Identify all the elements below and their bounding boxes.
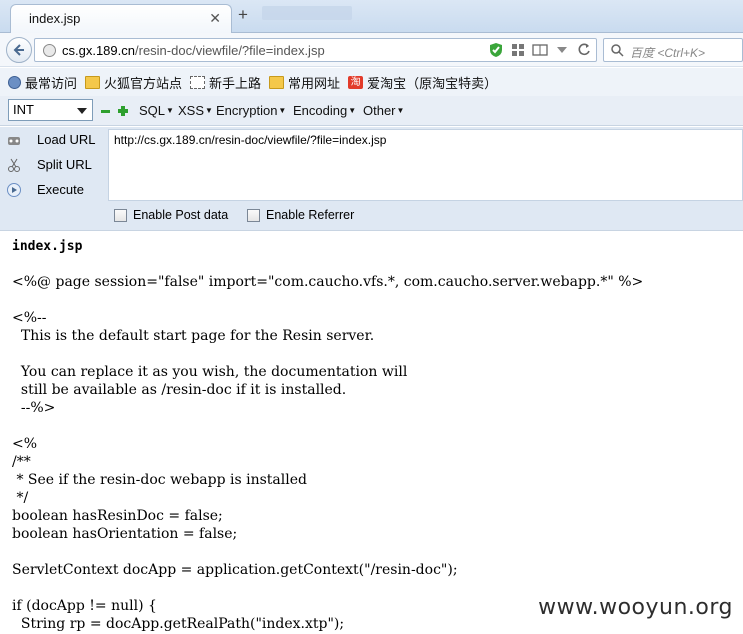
back-button[interactable] (6, 37, 32, 63)
taobao-icon: 淘 (348, 75, 364, 89)
url-text[interactable]: cs.gx.189.cn/resin-doc/viewfile/?file=in… (62, 43, 325, 58)
close-tab-icon[interactable]: ✕ (209, 10, 221, 27)
increase-icon[interactable] (118, 106, 128, 116)
url-host: cs.gx.189.cn (62, 43, 135, 58)
shield-check-icon[interactable] (488, 42, 504, 58)
watermark: www.wooyun.org (538, 595, 733, 620)
scissors-icon (8, 158, 20, 172)
bookmark-label: 最常访问 (25, 75, 78, 91)
tab-title: index.jsp (29, 11, 81, 26)
split-url-label: Split URL (37, 157, 92, 172)
menu-label: Encoding (293, 103, 348, 118)
folder-icon (269, 75, 285, 89)
enable-post-checkbox[interactable]: Enable Post data (114, 208, 228, 222)
menu-encryption[interactable]: Encryption▼ (216, 103, 286, 118)
menu-encoding[interactable]: Encoding▼ (293, 103, 356, 118)
url-bar-icons (488, 42, 592, 58)
caret-icon: ▼ (205, 106, 213, 115)
menu-label: Other (363, 103, 396, 118)
bookmark-getting-started[interactable]: 新手上路 (190, 73, 261, 92)
caret-icon: ▼ (348, 106, 357, 115)
enable-post-label: Enable Post data (133, 208, 229, 222)
back-arrow-icon (13, 44, 24, 56)
url-path: /resin-doc/viewfile/?file=index.jsp (135, 43, 325, 58)
checkbox-box (114, 208, 127, 222)
menu-label: XSS (178, 103, 205, 118)
hackbar-panel: Load URL Split URL Execute http://cs.gx.… (0, 127, 743, 230)
chevron-down-icon (77, 108, 87, 114)
bookmark-firefox-site[interactable]: 火狐官方站点 (85, 73, 182, 92)
menu-label: SQL (139, 103, 166, 118)
checkbox-box (247, 208, 260, 222)
menu-label: Encryption (216, 103, 278, 118)
search-bar[interactable]: 百度 <Ctrl+K> (603, 38, 743, 62)
gear-icon (8, 75, 21, 89)
load-url-button[interactable]: Load URL (6, 129, 96, 151)
bookmarks-toolbar: 最常访问 火狐官方站点 新手上路 常用网址 淘 爱淘宝（原淘宝特卖） (0, 68, 743, 96)
split-url-button[interactable]: Split URL (6, 154, 92, 176)
folder-icon (85, 75, 101, 89)
caret-icon: ▼ (278, 106, 287, 115)
type-select[interactable]: INT (8, 99, 93, 121)
execute-label: Execute (37, 182, 84, 197)
enable-referrer-label: Enable Referrer (266, 208, 355, 222)
execute-button[interactable]: Execute (6, 179, 84, 201)
globe-icon (43, 44, 56, 57)
navigation-bar: cs.gx.189.cn/resin-doc/viewfile/?file=in… (0, 33, 743, 67)
url-bar[interactable]: cs.gx.189.cn/resin-doc/viewfile/?file=in… (34, 38, 597, 62)
bookmark-most-visited[interactable]: 最常访问 (8, 73, 77, 92)
dropdown-icon[interactable] (554, 42, 570, 58)
decrease-icon[interactable] (101, 110, 110, 113)
reload-icon[interactable] (576, 42, 592, 58)
bookmark-ai-taobao[interactable]: 淘 爱淘宝（原淘宝特卖） (348, 73, 497, 92)
tab-strip: index.jsp ✕ + (0, 0, 743, 34)
load-icon (8, 137, 20, 145)
menu-xss[interactable]: XSS▼ (178, 103, 213, 118)
caret-icon: ▼ (396, 106, 405, 115)
search-placeholder: 百度 <Ctrl+K> (630, 46, 706, 60)
url-textarea[interactable]: http://cs.gx.189.cn/resin-doc/viewfile/?… (108, 129, 743, 201)
caret-icon: ▼ (166, 106, 174, 115)
grid-icon[interactable] (510, 42, 526, 58)
play-icon (7, 183, 21, 197)
tab-index-jsp[interactable]: index.jsp ✕ (10, 4, 232, 34)
file-title: index.jsp (12, 239, 83, 254)
reader-view-icon[interactable] (532, 42, 548, 58)
bookmark-label: 新手上路 (209, 75, 262, 91)
dashed-folder-icon (190, 75, 206, 89)
bookmark-common-sites[interactable]: 常用网址 (269, 73, 340, 92)
hackbar-toolbar: INT SQL▼ XSS▼ Encryption▼ Encoding▼ Othe… (0, 96, 743, 126)
bookmark-label: 爱淘宝（原淘宝特卖） (367, 75, 498, 91)
source-code: <%@ page session="false" import="com.cau… (12, 274, 644, 632)
menu-sql[interactable]: SQL▼ (139, 103, 174, 118)
new-tab-button[interactable]: + (238, 5, 248, 25)
search-icon (611, 44, 624, 57)
enable-referrer-checkbox[interactable]: Enable Referrer (247, 208, 354, 222)
load-url-label: Load URL (37, 132, 96, 147)
menu-other[interactable]: Other▼ (363, 103, 404, 118)
page-content: index.jsp <%@ page session="false" impor… (0, 230, 743, 634)
bookmark-label: 常用网址 (288, 75, 341, 91)
background-tab[interactable] (262, 6, 352, 20)
type-select-value: INT (13, 102, 34, 117)
bookmark-label: 火狐官方站点 (104, 75, 183, 91)
